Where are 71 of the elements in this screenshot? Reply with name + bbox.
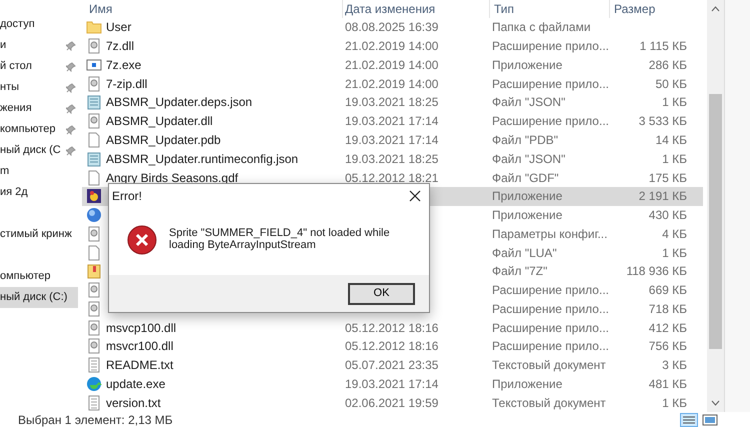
file-type: Папка с файлами	[492, 20, 591, 34]
file-size: 669 КБ	[648, 283, 687, 298]
file-type: Расширение прило...	[492, 114, 609, 128]
file-size: 118 936 КБ	[626, 264, 687, 278]
file-type: Расширение прило...	[492, 76, 609, 91]
file-size: 1 115 КБ	[640, 39, 687, 54]
file-date: 02.06.2021 19:59	[345, 396, 438, 410]
file-name: msvcr100.dll	[106, 338, 174, 356]
file-date: 19.03.2021 17:14	[345, 114, 438, 128]
file-name: User	[106, 19, 132, 36]
file-name: ABSMR_Updater.dll	[106, 113, 213, 130]
file-size: 1 КБ	[662, 246, 687, 260]
file-name: ABSMR_Updater.pdb	[106, 132, 221, 149]
file-type: Расширение прило...	[492, 39, 609, 54]
file-size: 286 КБ	[648, 58, 687, 72]
file-size: 50 КБ	[655, 76, 687, 91]
file-type: Расширение прило...	[492, 283, 609, 298]
file-type: Файл "PDB"	[492, 132, 558, 147]
file-type: Расширение прило...	[492, 320, 609, 335]
file-date: 05.12.2012 18:16	[345, 320, 438, 335]
file-size: 1 КБ	[662, 152, 687, 166]
file-type: Файл "GDF"	[492, 170, 559, 184]
dialog-title: Error!	[112, 188, 142, 205]
file-type: Файл "7Z"	[492, 264, 548, 278]
file-date: 05.07.2021 23:35	[345, 358, 438, 372]
file-size: 4 КБ	[662, 226, 687, 241]
file-size: 3 533 КБ	[638, 114, 687, 128]
file-name: msvcp100.dll	[106, 320, 176, 337]
file-type: Файл "JSON"	[492, 95, 566, 110]
file-size: 718 КБ	[648, 302, 687, 316]
file-name: README.txt	[106, 357, 174, 374]
file-type: Приложение	[492, 189, 562, 204]
file-size: 481 КБ	[648, 376, 687, 391]
file-date: 21.02.2019 14:00	[345, 58, 438, 72]
file-name: ABSMR_Updater.deps.json	[106, 94, 252, 112]
file-date: 05.12.2012 18:16	[345, 339, 438, 354]
file-type: Приложение	[492, 376, 562, 391]
file-type: Расширение прило...	[492, 302, 609, 316]
file-name: 7z.dll	[106, 38, 134, 56]
file-type: Текстовый документ	[492, 358, 606, 372]
file-size: 412 КБ	[648, 320, 687, 335]
error-message: Sprite "SUMMER_FIELD_4" not loaded while loading ByteArrayInputStream	[169, 227, 391, 251]
file-name: 7z.exe	[106, 56, 142, 74]
file-date: 19.03.2021 17:14	[345, 132, 438, 147]
file-type: Текстовый документ	[492, 396, 606, 410]
file-date: 19.03.2021 18:25	[345, 95, 438, 110]
file-size: 175 КБ	[648, 170, 687, 184]
file-size: 430 КБ	[648, 208, 687, 222]
file-size: 1 КБ	[662, 95, 687, 110]
file-name: ABSMR_Updater.runtimeconfig.json	[106, 150, 298, 168]
file-type: Приложение	[492, 58, 562, 72]
file-date: 21.02.2019 14:00	[345, 39, 438, 54]
file-size: 14 КБ	[655, 132, 687, 147]
file-type: Параметры конфиг...	[492, 226, 608, 241]
file-date: 21.02.2019 14:00	[345, 76, 438, 91]
file-size: 2 191 КБ	[638, 189, 687, 204]
file-name: version.txt	[106, 394, 161, 412]
file-type: Приложение	[492, 208, 562, 222]
file-size: 3 КБ	[662, 358, 687, 372]
file-type: Файл "LUA"	[492, 246, 557, 260]
file-date: 08.08.2025 16:39	[345, 20, 438, 34]
file-size: 756 КБ	[648, 339, 687, 354]
file-size: 1 КБ	[662, 396, 687, 410]
file-type: Файл "JSON"	[492, 152, 566, 166]
file-date: 19.03.2021 18:25	[345, 152, 438, 166]
status-text: Выбран 1 элемент: 2,13 МБ	[18, 412, 174, 427]
file-name: update.exe	[106, 376, 166, 393]
file-date: 05.12.2012 18:21	[345, 170, 438, 184]
file-date: 19.03.2021 17:14	[345, 376, 438, 391]
file-type: Расширение прило...	[492, 339, 609, 354]
file-name: 7-zip.dll	[106, 76, 148, 93]
